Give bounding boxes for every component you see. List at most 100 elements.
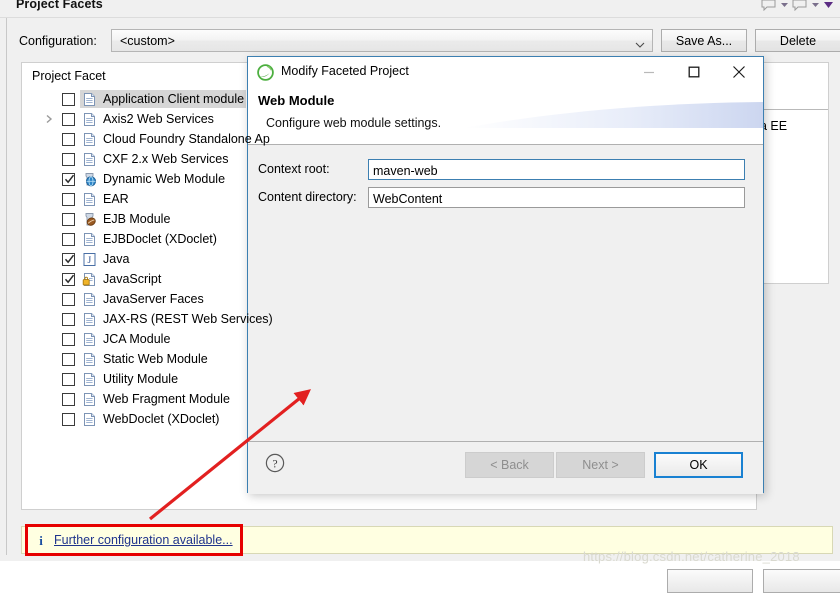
configuration-row: Configuration: <custom> Save As... Delet… [15,29,840,55]
further-configuration-link[interactable]: Further configuration available... [54,533,233,547]
eclipse-properties-page: Project Facets Configuration: <custom> S… [0,0,840,593]
balloon-icon[interactable] [792,0,808,11]
facet-checkbox[interactable] [62,352,75,366]
bottom-button-row [667,569,840,593]
document-icon [82,92,97,107]
facet-label: Web Fragment Module [103,392,230,406]
facet-label: Utility Module [103,372,179,386]
facet-label: CXF 2.x Web Services [103,152,229,166]
configuration-selected-value: <custom> [120,34,175,48]
configuration-dropdown[interactable]: <custom> [111,29,653,52]
document-icon [82,372,97,387]
dialog-heading: Web Module [258,93,335,108]
dialog-subheading: Configure web module settings. [266,116,442,130]
maximize-icon[interactable] [672,57,716,87]
close-icon[interactable] [717,57,761,87]
info-icon: i [39,533,43,548]
document-icon [82,332,97,347]
content-directory-input[interactable] [368,187,745,208]
facet-checkbox[interactable] [62,192,75,206]
facet-label: WebDoclet (XDoclet) [103,412,220,426]
facet-label: JAX-RS (REST Web Services) [103,312,273,326]
facet-label: Java [103,252,130,266]
panel-divider [764,109,828,110]
help-icon[interactable]: ? [265,453,285,473]
svg-text:J: J [88,256,92,266]
facet-checkbox[interactable] [62,312,75,326]
facet-checkbox[interactable] [62,272,75,286]
facet-checkbox[interactable] [62,112,75,126]
chevron-down-filled-icon[interactable] [823,0,834,11]
modify-faceted-project-dialog: Modify Faceted Project Web Module Config… [247,56,764,494]
facet-checkbox[interactable] [62,292,75,306]
facet-checkbox[interactable] [62,132,75,146]
bottom-button-left[interactable] [667,569,753,593]
facet-label: Dynamic Web Module [103,172,226,186]
facet-checkbox[interactable] [62,332,75,346]
document-icon [82,292,97,307]
chevron-down-icon[interactable] [779,0,790,11]
document-icon [82,392,97,407]
facet-label: Application Client module [103,92,245,106]
window-top-strip: Project Facets [0,0,840,18]
facet-label: Axis2 Web Services [103,112,214,126]
context-root-label: Context root: [258,162,330,176]
facet-checkbox[interactable] [62,212,75,226]
facet-label: EAR [103,192,129,206]
facet-checkbox[interactable] [62,152,75,166]
document-icon [82,412,97,427]
page-title: Project Facets [16,0,103,11]
document-icon [82,112,97,127]
facet-checkbox[interactable] [62,412,75,426]
facet-label: Static Web Module [103,352,208,366]
facet-column-header: Project Facet [32,69,106,83]
delete-button[interactable]: Delete [755,29,840,52]
document-icon [82,352,97,367]
facet-checkbox[interactable] [62,232,75,246]
toolbar-icon-group [761,0,834,11]
svg-text:?: ? [272,458,277,470]
ok-button[interactable]: OK [654,452,743,478]
document-icon [82,132,97,147]
expand-arrow-icon[interactable] [44,114,54,124]
spring-leaf-icon [257,64,274,81]
chevron-down-icon [635,38,645,48]
document-icon [82,152,97,167]
facet-label: JCA Module [103,332,171,346]
panel-text: a EE [760,119,788,133]
facet-details-panel: a EE [760,62,829,284]
dialog-title: Modify Faceted Project [281,64,409,78]
save-as-button[interactable]: Save As... [661,29,747,52]
bean-jar-icon [82,212,97,227]
facet-label: JavaScript [103,272,162,286]
dialog-body: Context root: Content directory: [248,145,763,441]
balloon-icon[interactable] [761,0,777,11]
header-decoration [463,88,763,128]
back-button[interactable]: < Back [465,452,554,478]
facet-label: JavaServer Faces [103,292,204,306]
context-root-input[interactable] [368,159,745,180]
java-icon: J [82,252,97,267]
watermark-text: https://blog.csdn.net/catherine_2018 [583,549,800,564]
facet-checkbox[interactable] [62,392,75,406]
content-directory-row: Content directory: [248,187,763,209]
document-icon [82,312,97,327]
bottom-button-right[interactable] [763,569,840,593]
configuration-label: Configuration: [19,34,97,48]
dialog-footer: ? < Back Next > OK [248,441,763,494]
facet-checkbox[interactable] [62,92,75,106]
dialog-titlebar[interactable]: Modify Faceted Project [248,57,763,88]
next-button[interactable]: Next > [556,452,645,478]
globe-jar-icon [82,172,97,187]
dialog-header-banner: Web Module Configure web module settings… [248,88,763,145]
context-root-row: Context root: [248,159,763,181]
facet-checkbox[interactable] [62,372,75,386]
facet-label: EJB Module [103,212,171,226]
facet-checkbox[interactable] [62,252,75,266]
chevron-down-icon[interactable] [810,0,821,11]
content-directory-label: Content directory: [258,190,357,204]
facet-label: EJBDoclet (XDoclet) [103,232,217,246]
facet-checkbox[interactable] [62,172,75,186]
facet-label: Cloud Foundry Standalone Ap [103,132,270,146]
minimize-icon[interactable] [627,57,671,87]
